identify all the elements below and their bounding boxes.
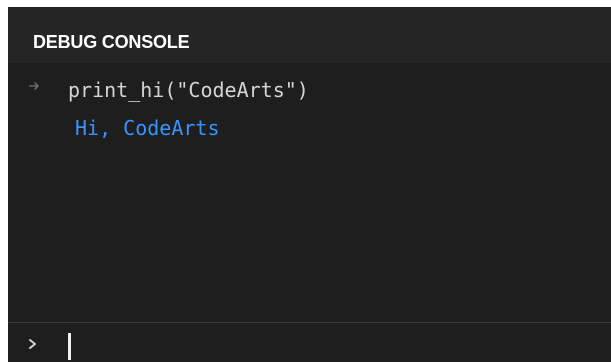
chevron-right-icon xyxy=(29,339,36,349)
arrow-right-icon xyxy=(29,82,39,90)
console-result-line: Hi, CodeArts xyxy=(75,116,220,140)
text-cursor xyxy=(68,333,71,360)
console-command-line: print_hi("CodeArts") xyxy=(68,78,309,102)
panel-header: DEBUG CONSOLE xyxy=(8,7,611,63)
console-output[interactable]: print_hi("CodeArts") Hi, CodeArts xyxy=(8,63,611,322)
console-input-row xyxy=(8,323,611,362)
debug-console-panel: DEBUG CONSOLE print_hi("CodeArts") Hi, C… xyxy=(8,7,611,362)
console-input[interactable] xyxy=(58,326,611,360)
panel-title: DEBUG CONSOLE xyxy=(33,32,190,52)
